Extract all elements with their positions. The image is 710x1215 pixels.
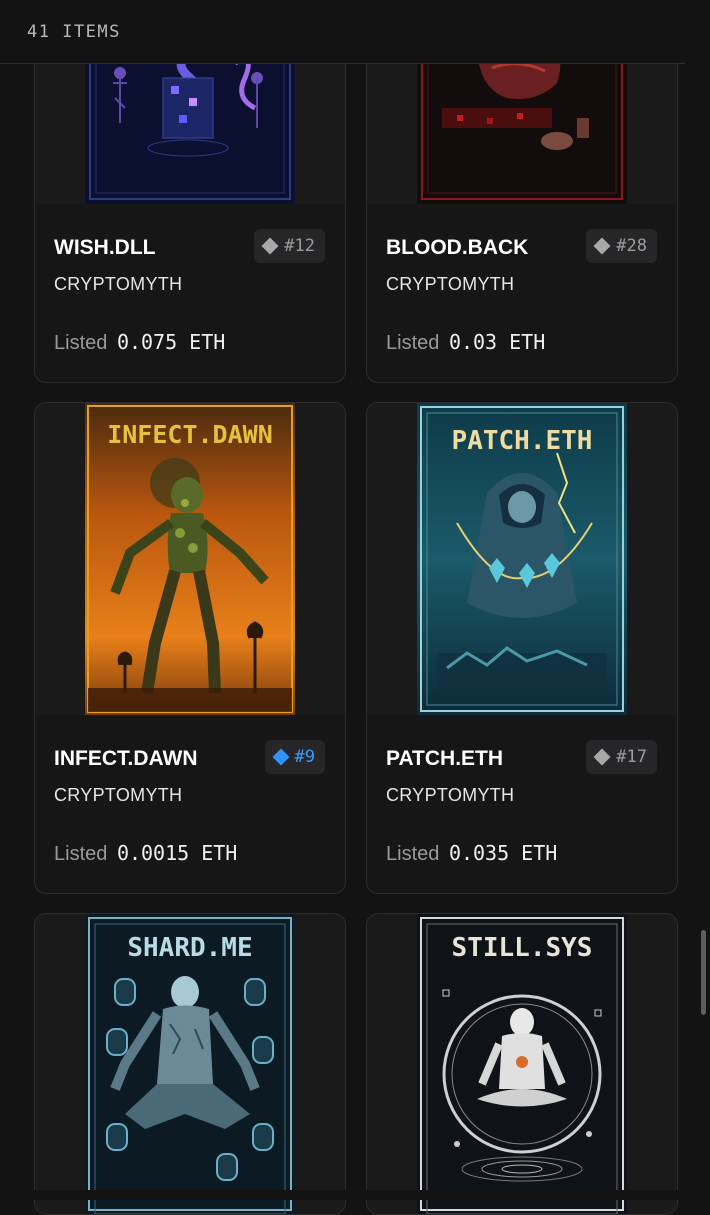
- results-header: 41 ITEMS: [0, 0, 710, 64]
- listed-price: Listed 0.0015 ETH: [54, 841, 237, 866]
- art-title: SHARD.ME: [127, 933, 252, 963]
- rank-badge: #9: [264, 740, 325, 774]
- listed-price: Listed 0.075 ETH: [54, 330, 225, 355]
- collection-name: CRYPTOMYTH: [54, 785, 183, 805]
- nft-card-info: WISH.DLL #12 CRYPTOMYTH Listed 0.075 ETH: [35, 204, 345, 382]
- diamond-icon: [593, 237, 611, 255]
- rank-number: #12: [284, 236, 315, 256]
- nft-card-info: INFECT.DAWN #9 CRYPTOMYTH Listed 0.0015 …: [35, 715, 345, 893]
- nft-artwork[interactable]: STILL.SYS: [367, 914, 677, 1214]
- collection-name: CRYPTOMYTH: [54, 274, 183, 294]
- item-count: 41 ITEMS: [27, 22, 121, 42]
- rank-badge: #28: [586, 229, 657, 263]
- art-title: STILL.SYS: [452, 933, 593, 963]
- rank-number: #28: [616, 236, 647, 256]
- price-value: 0.0015 ETH: [116, 841, 238, 865]
- rank-badge: #12: [254, 229, 325, 263]
- nft-card-info: BLOOD.BACK #28 CRYPTOMYTH Listed 0.03 ET…: [367, 204, 677, 382]
- nft-card-info: PATCH.ETH #17 CRYPTOMYTH Listed 0.035 ET…: [367, 715, 677, 893]
- header-divider: [0, 63, 685, 64]
- listed-price: Listed 0.03 ETH: [386, 330, 545, 355]
- nft-card[interactable]: PATCH.ETH PATCH.ETH #17 CRYPTOMYTH Liste…: [366, 402, 678, 894]
- nft-card[interactable]: INFECT.DAWN INFECT.DAWN #9 CRYPTOMYTH Li…: [34, 402, 346, 894]
- diamond-icon: [272, 748, 290, 766]
- price-value: 0.075 ETH: [116, 330, 226, 354]
- rank-number: #9: [294, 747, 315, 767]
- nft-artwork[interactable]: PATCH.ETH: [367, 403, 677, 715]
- nft-title: PATCH.ETH: [386, 747, 504, 770]
- art-title: INFECT.DAWN: [107, 420, 273, 449]
- rank-number: #17: [616, 747, 647, 767]
- scrollbar-thumb[interactable]: [701, 930, 706, 1015]
- nft-card[interactable]: BLOOD.BACK #28 CRYPTOMYTH Listed 0.03 ET…: [366, 22, 678, 383]
- rank-badge: #17: [586, 740, 657, 774]
- nft-card[interactable]: STILL.SYS: [366, 913, 678, 1215]
- price-value: 0.035 ETH: [448, 841, 558, 865]
- listed-label: Listed: [386, 843, 440, 865]
- price-value: 0.03 ETH: [448, 330, 546, 354]
- listed-label: Listed: [54, 332, 108, 354]
- diamond-icon: [593, 748, 611, 766]
- nft-card[interactable]: SHARD.ME: [34, 913, 346, 1215]
- nft-title: BLOOD.BACK: [386, 236, 529, 259]
- nft-artwork[interactable]: SHARD.ME: [35, 914, 345, 1214]
- listed-label: Listed: [54, 843, 108, 865]
- nft-artwork[interactable]: INFECT.DAWN: [35, 403, 345, 715]
- art-title: PATCH.ETH: [452, 426, 593, 456]
- nft-title: WISH.DLL: [54, 236, 156, 259]
- diamond-icon: [261, 237, 279, 255]
- listed-price: Listed 0.035 ETH: [386, 841, 557, 866]
- collection-name: CRYPTOMYTH: [386, 785, 515, 805]
- listed-label: Listed: [386, 332, 440, 354]
- nft-title: INFECT.DAWN: [54, 747, 198, 770]
- collection-name: CRYPTOMYTH: [386, 274, 515, 294]
- nft-card[interactable]: WISH.DLL #12 CRYPTOMYTH Listed 0.075 ETH: [34, 22, 346, 383]
- bottom-edge: [0, 1190, 710, 1200]
- nft-grid: WISH.DLL #12 CRYPTOMYTH Listed 0.075 ETH: [0, 0, 710, 1215]
